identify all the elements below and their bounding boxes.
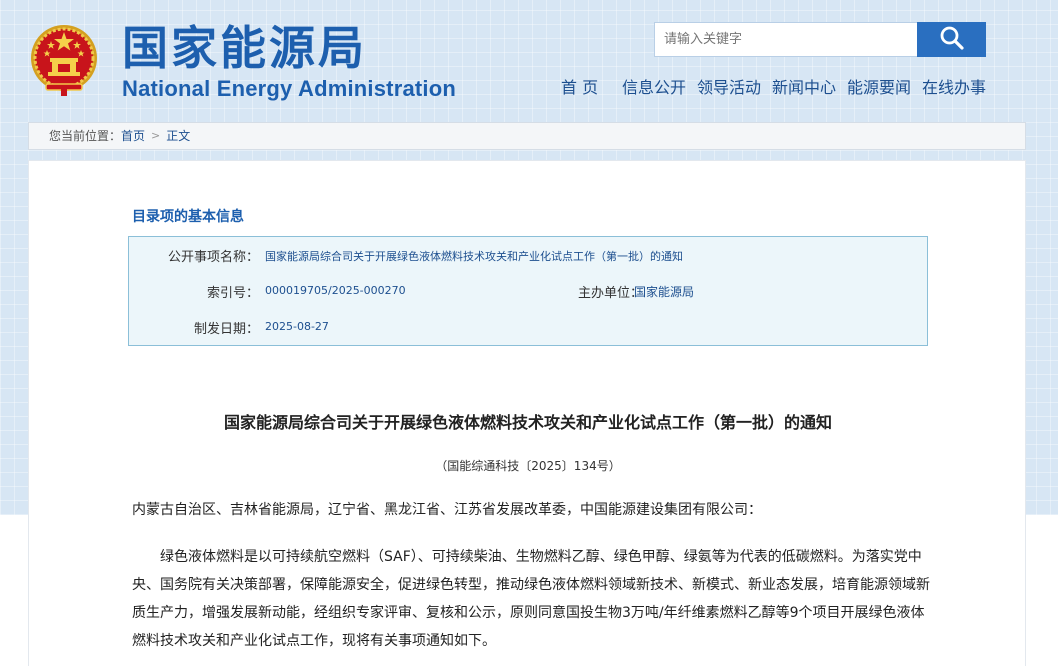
index-value: 000019705/2025-000270 bbox=[265, 284, 406, 297]
document-addressee: 内蒙古自治区、吉林省能源局，辽宁省、黑龙江省、江苏省发展改革委，中国能源建设集团… bbox=[132, 502, 762, 518]
site-logo-chinese[interactable]: 国家能源局 bbox=[122, 22, 367, 74]
site-header: 国家能源局 National Energy Administration 首 页… bbox=[0, 0, 1058, 120]
chevron-right-icon: > bbox=[151, 129, 161, 142]
main-content: 目录项的基本信息 公开事项名称： 国家能源局综合司关于开展绿色液体燃料技术攻关和… bbox=[28, 160, 1026, 666]
info-section-title: 目录项的基本信息 bbox=[132, 209, 244, 225]
nav-item-energy-news[interactable]: 能源要闻 bbox=[847, 76, 911, 100]
search-icon bbox=[939, 25, 965, 54]
item-name-label: 公开事项名称： bbox=[167, 250, 259, 265]
document-paragraph: 绿色液体燃料是以可持续航空燃料（SAF）、可持续柴油、生物燃料乙醇、绿色甲醇、绿… bbox=[132, 549, 930, 649]
document-number: （国能综通科技〔2025〕134号） bbox=[435, 459, 621, 473]
index-label: 索引号： bbox=[206, 286, 259, 301]
nav-item-home[interactable]: 首 页 bbox=[561, 76, 598, 100]
org-value: 国家能源局 bbox=[634, 285, 695, 299]
item-name-value: 国家能源局综合司关于开展绿色液体燃料技术攻关和产业化试点工作（第一批）的通知 bbox=[265, 250, 683, 263]
breadcrumb-current[interactable]: 正文 bbox=[166, 123, 190, 149]
nav-item-online-services[interactable]: 在线办事 bbox=[922, 76, 986, 100]
breadcrumb-prefix: 您当前位置： bbox=[49, 129, 122, 143]
date-value: 2025-08-27 bbox=[265, 320, 329, 333]
breadcrumb-home-link[interactable]: 首页 bbox=[121, 123, 145, 149]
breadcrumb: 您当前位置： 首页 > 正文 bbox=[28, 122, 1026, 150]
document-title: 国家能源局综合司关于开展绿色液体燃料技术攻关和产业化试点工作（第一批）的通知 bbox=[223, 413, 832, 432]
nav-item-info-disclosure[interactable]: 信息公开 bbox=[622, 76, 686, 100]
nav-item-news-center[interactable]: 新闻中心 bbox=[772, 76, 836, 100]
info-table: 公开事项名称： 国家能源局综合司关于开展绿色液体燃料技术攻关和产业化试点工作（第… bbox=[128, 236, 928, 346]
date-label: 制发日期： bbox=[193, 322, 259, 337]
search-input[interactable] bbox=[654, 22, 918, 57]
search-button[interactable] bbox=[917, 22, 986, 57]
nav-item-leadership[interactable]: 领导活动 bbox=[697, 76, 761, 100]
main-navigation: 首 页 信息公开 领导活动 新闻中心 能源要闻 在线办事 bbox=[0, 76, 1058, 102]
